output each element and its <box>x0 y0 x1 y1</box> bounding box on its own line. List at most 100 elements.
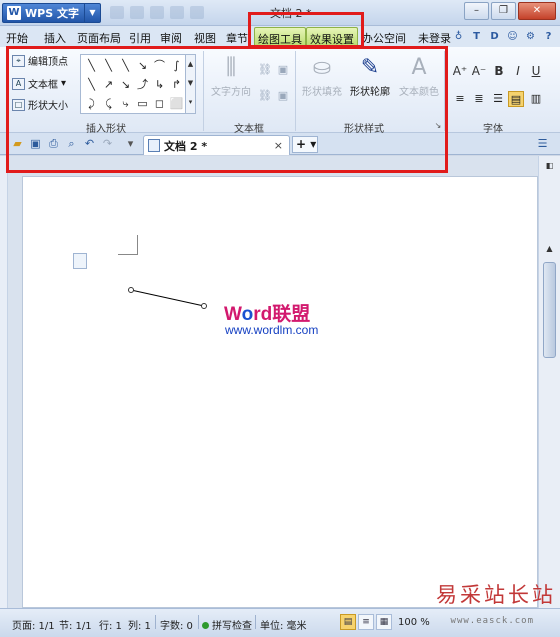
tab-review[interactable]: 审阅 <box>160 30 182 46</box>
underline-button[interactable]: U <box>528 63 544 79</box>
user-icon[interactable]: ☺ <box>505 29 520 44</box>
docer-d-icon[interactable]: D <box>487 29 502 44</box>
text-margin-icon[interactable]: ▣ <box>275 89 291 103</box>
tab-page-layout[interactable]: 页面布局 <box>77 30 121 46</box>
tshirt-icon[interactable]: ♁ <box>451 29 466 44</box>
web-view-button[interactable]: ▦ <box>376 614 392 630</box>
arrow-diag-shape-icon[interactable]: ↘ <box>134 56 151 75</box>
tab-insert[interactable]: 插入 <box>44 30 66 46</box>
new-tab-button[interactable]: + ▾ <box>292 136 318 153</box>
gear-icon[interactable]: ⚙ <box>523 29 538 44</box>
page-view-button[interactable]: ▤ <box>340 614 356 630</box>
status-page[interactable]: 页面: 1/1 <box>12 617 55 632</box>
curved-arrow-icon[interactable]: ⤹ <box>100 94 117 113</box>
minimize-button[interactable]: – <box>464 2 489 20</box>
align-justify-button[interactable]: ▤ <box>508 91 524 107</box>
close-window-button[interactable]: ✕ <box>518 2 556 20</box>
print-icon[interactable]: ⎙ <box>46 136 61 151</box>
skin-t-icon[interactable]: T <box>469 29 484 44</box>
chevron-down-icon[interactable]: ▼ <box>84 4 100 22</box>
tab-references[interactable]: 引用 <box>129 30 151 46</box>
redo-icon[interactable]: ↷ <box>100 136 115 151</box>
status-unit[interactable]: 单位: 毫米 <box>260 617 307 632</box>
site-watermark: 易采站长站 <box>436 583 556 607</box>
rectangle-shape-icon[interactable]: ▭ <box>134 94 151 113</box>
rounded-rect-shape-icon[interactable]: ◻ <box>151 94 168 113</box>
textbox-button[interactable]: A 文本框 ▾ <box>12 76 66 91</box>
gallery-scroll[interactable]: ▲ ▼ ▾ <box>186 54 196 114</box>
tab-list-icon[interactable]: ☰ <box>535 136 550 151</box>
arrow-down-shape-icon[interactable]: ↘ <box>117 75 134 94</box>
text-color-button[interactable]: A 文本颜色 <box>399 53 439 98</box>
edit-vertices-button[interactable]: ⌖ 编辑顶点 <box>12 53 68 68</box>
restore-button[interactable]: ❐ <box>491 2 516 20</box>
elbow-double-arrow-icon[interactable]: ↱ <box>168 75 185 94</box>
italic-button[interactable]: I <box>510 63 526 79</box>
align-distribute-button[interactable]: ▥ <box>528 91 544 107</box>
faded-quick-access <box>110 6 250 20</box>
grow-font-button[interactable]: A⁺ <box>452 63 468 79</box>
wps-app-menu-button[interactable]: W WPS 文字 ▼ <box>2 3 101 23</box>
zoom-level[interactable]: 100 % <box>398 617 430 628</box>
arrow-up-shape-icon[interactable]: ↗ <box>100 75 117 94</box>
curved-connector-icon[interactable]: ⤸ <box>83 94 100 113</box>
status-divider <box>255 615 256 629</box>
double-arrow-shape-icon[interactable]: ╲ <box>117 56 134 75</box>
status-word-count[interactable]: 字数: 0 <box>160 617 193 632</box>
tab-section[interactable]: 章节 <box>226 30 248 46</box>
text-direction-icon: ⫼ <box>225 55 237 80</box>
chevron-down-icon[interactable]: ▾ <box>61 78 66 89</box>
curve-shape-icon[interactable]: ⌒ <box>151 56 168 75</box>
align-left-button[interactable]: ≡ <box>452 91 468 107</box>
document-tab[interactable]: 文档 2 * × <box>143 135 290 155</box>
tab-view[interactable]: 视图 <box>194 30 216 46</box>
scribble-shape-icon[interactable]: ∫ <box>168 56 185 75</box>
undo-icon[interactable]: ↶ <box>82 136 97 151</box>
close-tab-icon[interactable]: × <box>274 139 283 152</box>
scroll-up-arrow[interactable]: ▲ <box>543 242 556 255</box>
align-right-button[interactable]: ☰ <box>490 91 506 107</box>
shape-size-label: 形状大小 <box>28 101 68 112</box>
vertical-scrollbar[interactable]: ◧ ▲ <box>538 156 560 608</box>
elbow-connector-icon[interactable]: ⤴ <box>134 75 151 94</box>
unlink-icon[interactable]: ⛓ <box>257 89 273 103</box>
line-end-handle[interactable] <box>201 303 207 309</box>
shape-fill-button[interactable]: ⛀ 形状填充 <box>302 53 342 98</box>
text-direction-button[interactable]: ⫼ 文字方向 <box>211 53 251 98</box>
outline-view-button[interactable]: ≡ <box>358 614 374 630</box>
text-fit-icon[interactable]: ▣ <box>275 63 291 77</box>
tab-office-space[interactable]: 办公空间 <box>362 30 406 46</box>
document-canvas[interactable]: Word联盟 www.wordlm.com <box>8 156 538 608</box>
open-folder-icon[interactable]: ▰ <box>10 136 25 151</box>
tab-effect-settings[interactable]: 效果设置 <box>306 27 358 47</box>
link-icon[interactable]: ⛓ <box>257 63 273 77</box>
menu-bar: 开始 插入 页面布局 引用 审阅 视图 章节 绘图工具 效果设置 办公空间 未登… <box>0 26 560 47</box>
drawn-line-shape[interactable] <box>128 287 208 317</box>
curved-double-arrow-icon[interactable]: ⤷ <box>117 94 134 113</box>
shrink-font-button[interactable]: A⁻ <box>471 63 487 79</box>
scroll-thumb[interactable] <box>543 262 556 358</box>
shape-outline-button[interactable]: ✎ 形状轮廓 <box>350 53 390 98</box>
align-center-button[interactable]: ≣ <box>471 91 487 107</box>
shape-gallery[interactable]: ╲ ╲ ╲ ↘ ⌒ ∫ ╲ ↗ ↘ ⤴ ↳ ↱ ⤸ ⤹ ⤷ ▭ ◻ ⬜ <box>80 54 186 114</box>
tab-home[interactable]: 开始 <box>6 30 28 46</box>
anchor-icon <box>73 253 87 269</box>
text-direction-label: 文字方向 <box>211 87 251 98</box>
document-page[interactable]: Word联盟 www.wordlm.com <box>22 176 538 608</box>
login-status[interactable]: 未登录 <box>418 30 451 46</box>
line-shape-icon[interactable]: ╲ <box>83 75 100 94</box>
elbow-arrow-icon[interactable]: ↳ <box>151 75 168 94</box>
save-icon[interactable]: ▣ <box>28 136 43 151</box>
bold-button[interactable]: B <box>491 63 507 79</box>
square-shape-icon[interactable]: ⬜ <box>168 94 185 113</box>
shape-size-button[interactable]: □ 形状大小 <box>12 97 68 112</box>
print-preview-icon[interactable]: ⌕ <box>64 136 79 151</box>
line-start-handle[interactable] <box>128 287 134 293</box>
arrow-shape-icon[interactable]: ╲ <box>100 56 117 75</box>
line-shape-icon[interactable]: ╲ <box>83 56 100 75</box>
customize-toolbar-icon[interactable]: ▾ <box>123 136 138 151</box>
zoom-page-icon[interactable]: ◧ <box>543 159 556 172</box>
help-icon[interactable]: ? <box>541 29 556 44</box>
spell-check-toggle[interactable]: 拼写检查 <box>202 617 252 632</box>
tab-drawing-tools[interactable]: 绘图工具 <box>254 27 306 47</box>
